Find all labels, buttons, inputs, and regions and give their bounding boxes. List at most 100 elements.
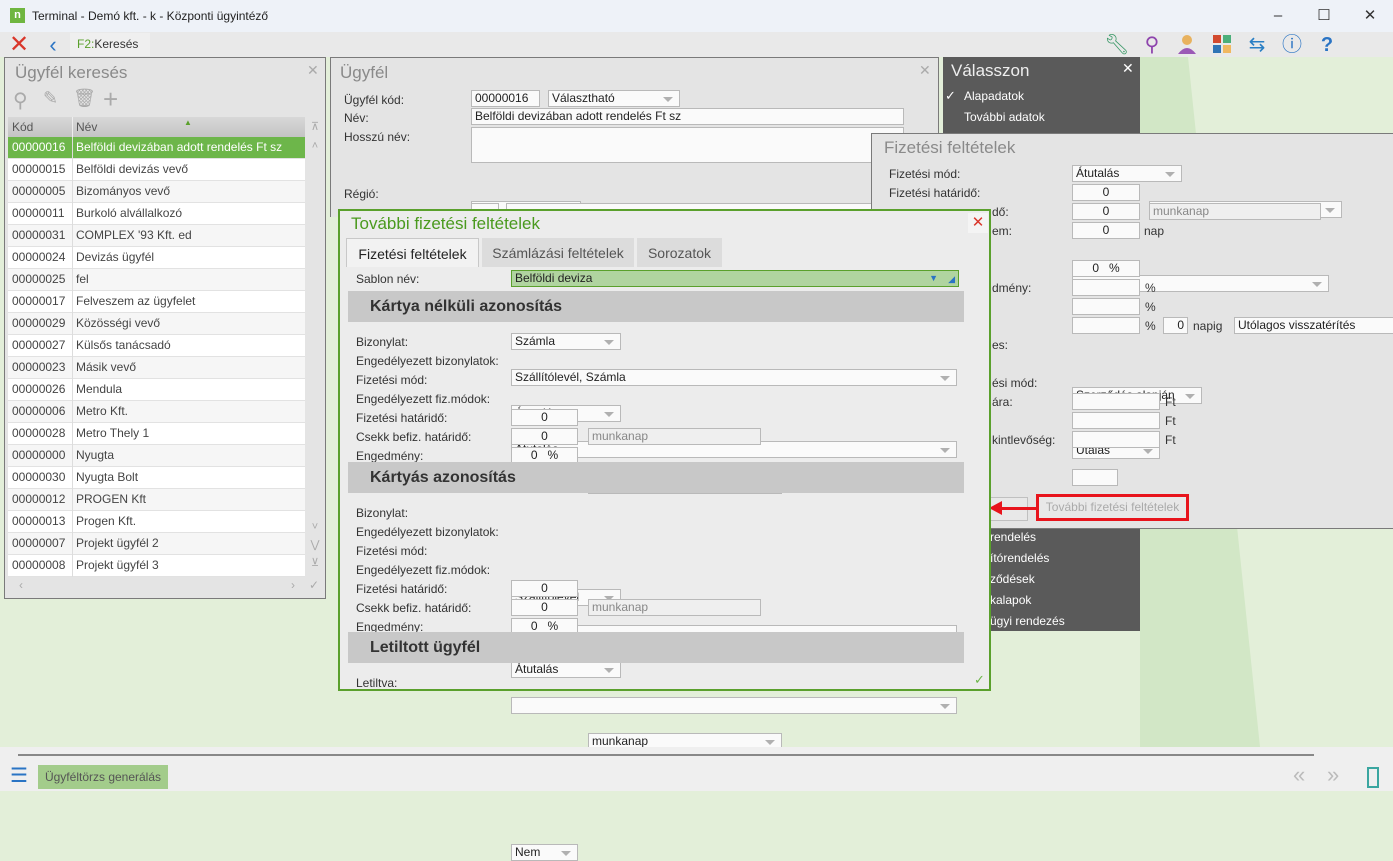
- amount-field-2[interactable]: [1072, 412, 1160, 429]
- table-row[interactable]: 00000005 Bizományos vevő: [8, 181, 305, 203]
- field-label: Engedélyezett fiz.módok:: [356, 392, 491, 406]
- check-deadline-field[interactable]: 0: [1072, 203, 1140, 220]
- payment-mode-dropdown[interactable]: Átutalás: [1072, 165, 1182, 182]
- scroll-top-icon[interactable]: ⊼ ˄: [308, 118, 322, 156]
- receivables-field[interactable]: [1072, 431, 1160, 448]
- column-code[interactable]: Kód: [12, 120, 33, 134]
- percent-field-2[interactable]: [1072, 298, 1140, 315]
- small-field[interactable]: [1072, 469, 1118, 486]
- field-label: Fizetési határidő:: [356, 582, 448, 596]
- close-icon[interactable]: ✕: [4, 33, 34, 57]
- resize-icon[interactable]: ◢: [948, 272, 955, 286]
- menu-item-basic-data[interactable]: Alapadatok: [964, 89, 1024, 103]
- previous-icon[interactable]: «: [1293, 762, 1305, 788]
- column-name[interactable]: Név: [72, 117, 100, 137]
- table-row[interactable]: 00000024 Devizás ügyfél: [8, 247, 305, 269]
- generate-customers-button[interactable]: Ügyféltörzs generálás: [38, 765, 168, 789]
- discount-field[interactable]: [1072, 279, 1140, 296]
- table-row[interactable]: 00000025 fel: [8, 269, 305, 291]
- days-field[interactable]: 0: [1072, 222, 1140, 239]
- menu-item[interactable]: kalapok: [990, 593, 1031, 607]
- confirm-icon[interactable]: ✓: [309, 578, 319, 592]
- table-row[interactable]: 00000026 Mendula: [8, 379, 305, 401]
- menu-item[interactable]: rendelés: [990, 530, 1036, 544]
- wrench-icon[interactable]: 🔧︎: [1102, 34, 1132, 56]
- dropdown[interactable]: Átutalás: [511, 661, 621, 678]
- number-field[interactable]: 0: [511, 580, 578, 597]
- delete-icon[interactable]: 🗑︎: [73, 88, 96, 109]
- table-row[interactable]: 00000016 Belföldi devizában adott rendelé…: [8, 137, 305, 159]
- maximize-button[interactable]: ☐: [1314, 6, 1334, 26]
- menu-item[interactable]: ügyi rendezés: [990, 614, 1065, 628]
- table-row[interactable]: 00000017 Felveszem az ügyfelet: [8, 291, 305, 313]
- table-row[interactable]: 00000015 Belföldi devizás vevő: [8, 159, 305, 181]
- table-row[interactable]: 00000027 Külsős tanácsadó: [8, 335, 305, 357]
- close-window-button[interactable]: ✕: [1360, 6, 1380, 26]
- table-row[interactable]: 00000008 Projekt ügyfél 3: [8, 555, 305, 577]
- multi-dropdown[interactable]: Szállítólevél, Számla: [511, 369, 957, 386]
- add-icon[interactable]: +: [103, 84, 118, 115]
- tab-billing-terms[interactable]: Számlázási feltételek: [482, 238, 634, 267]
- days-field[interactable]: 0: [1163, 317, 1188, 334]
- table-row[interactable]: 00000030 Nyugta Bolt: [8, 467, 305, 489]
- menu-item[interactable]: ződések: [990, 572, 1035, 586]
- close-menu-icon[interactable]: ✕: [1122, 60, 1134, 77]
- tab-payment-terms[interactable]: Fizetési feltételek: [346, 238, 479, 267]
- number-field[interactable]: 0: [511, 599, 578, 616]
- table-row[interactable]: 00000007 Projekt ügyfél 2: [8, 533, 305, 555]
- template-dropdown[interactable]: Belföldi deviza ▼ ◢: [511, 270, 959, 287]
- table-row[interactable]: 00000031 COMPLEX '93 Kft. ed: [8, 225, 305, 247]
- dropdown[interactable]: Számla: [511, 333, 621, 350]
- table-row[interactable]: 00000006 Metro Kft.: [8, 401, 305, 423]
- name-field[interactable]: Belföldi devizában adott rendelés Ft sz: [471, 108, 904, 125]
- long-name-field[interactable]: [471, 127, 904, 163]
- close-panel-icon[interactable]: ✕: [919, 62, 931, 79]
- scroll-left-icon[interactable]: ‹: [19, 578, 23, 592]
- customer-code-field[interactable]: 00000016: [471, 90, 540, 107]
- tiles-icon[interactable]: [1207, 34, 1237, 56]
- percent-field-3[interactable]: [1072, 317, 1140, 334]
- help-icon[interactable]: ?: [1312, 34, 1342, 56]
- table-row[interactable]: 00000013 Progen Kft.: [8, 511, 305, 533]
- table-row[interactable]: 00000028 Metro Thely 1: [8, 423, 305, 445]
- close-dialog-icon[interactable]: ✕: [968, 213, 988, 233]
- cell-name: PROGEN Kft: [72, 489, 146, 511]
- cell-code: 00000026: [12, 382, 66, 396]
- swap-icon[interactable]: ⇆: [1242, 34, 1272, 56]
- menu-icon[interactable]: ☰: [10, 766, 28, 786]
- edit-icon[interactable]: ✎: [43, 88, 58, 109]
- scroll-bottom-icon[interactable]: ˅ ⋁ ⊻: [308, 518, 322, 572]
- next-icon[interactable]: »: [1327, 762, 1339, 788]
- table-row[interactable]: 00000012 PROGEN Kft: [8, 489, 305, 511]
- number-field[interactable]: 0: [511, 409, 578, 426]
- search-icon[interactable]: ⚲: [1137, 34, 1167, 56]
- table-row[interactable]: 00000011 Burkoló alvállalkozó: [8, 203, 305, 225]
- search-f2-button[interactable]: F2:Keresés: [70, 33, 150, 56]
- back-icon[interactable]: ‹: [38, 34, 68, 56]
- confirm-icon[interactable]: ✓: [974, 672, 985, 688]
- search-icon[interactable]: ⚲: [13, 88, 28, 113]
- status-dropdown[interactable]: Választható: [548, 90, 680, 107]
- multi-dropdown[interactable]: [511, 697, 957, 714]
- tab-series[interactable]: Sorozatok: [637, 238, 722, 267]
- table-row[interactable]: 00000000 Nyugta: [8, 445, 305, 467]
- number-field[interactable]: 0: [511, 428, 578, 445]
- menu-item[interactable]: ítórendelés: [990, 551, 1049, 565]
- amount-field[interactable]: [1072, 393, 1160, 410]
- percent-value[interactable]: 0: [1092, 261, 1099, 275]
- minimize-button[interactable]: –: [1268, 6, 1288, 26]
- table-row[interactable]: 00000029 Közösségi vevő: [8, 313, 305, 335]
- table-row[interactable]: 00000023 Másik vevő: [8, 357, 305, 379]
- refund-type-field[interactable]: Utólagos visszatérítés: [1234, 317, 1393, 334]
- deadline-field[interactable]: 0: [1072, 184, 1140, 201]
- menu-item-more-data[interactable]: További adatok: [964, 110, 1045, 124]
- info-icon[interactable]: ⓘ: [1277, 34, 1307, 56]
- percent-field: 0 %: [1072, 260, 1140, 277]
- scroll-right-icon[interactable]: ›: [291, 578, 295, 592]
- close-panel-icon[interactable]: ✕: [307, 62, 319, 79]
- dropdown-icon[interactable]: ▼: [929, 271, 938, 286]
- dropdown[interactable]: Nem: [511, 844, 578, 861]
- more-payment-terms-button[interactable]: További fizetési feltételek: [1036, 494, 1189, 521]
- user-icon[interactable]: [1172, 34, 1202, 56]
- document-list-icon[interactable]: [1367, 767, 1379, 788]
